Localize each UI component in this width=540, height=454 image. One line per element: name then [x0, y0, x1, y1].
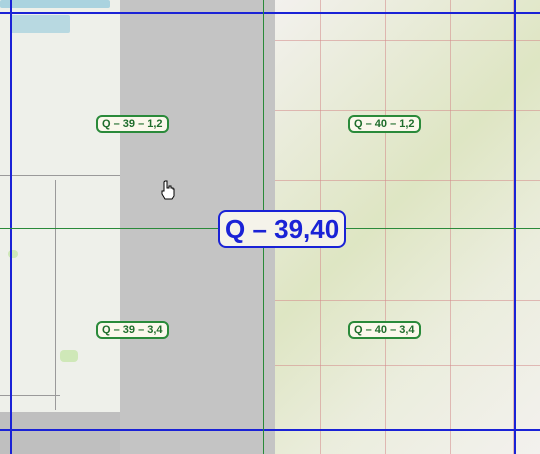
major-grid-line [10, 0, 12, 454]
topo-grid-line [275, 40, 540, 41]
topo-grid-line [450, 0, 451, 454]
hand-pointer-icon [161, 180, 175, 200]
major-sheet-label[interactable]: Q – 39,40 [218, 210, 347, 248]
major-grid-line [514, 0, 516, 454]
major-grid-line [0, 12, 540, 14]
topo-grid-line [385, 0, 386, 454]
sheet-label-q40-34[interactable]: Q – 40 – 3,4 [348, 321, 421, 339]
map-canvas[interactable]: Q – 39 – 1,2 Q – 40 – 1,2 Q – 39 – 3,4 Q… [0, 0, 540, 454]
road [0, 395, 60, 396]
major-grid-line [0, 429, 540, 431]
sheet-label-q39-34[interactable]: Q – 39 – 3,4 [96, 321, 169, 339]
park-area [60, 350, 78, 362]
road [55, 180, 56, 410]
road [0, 175, 120, 176]
water-body [0, 0, 110, 8]
topo-grid-line [275, 180, 540, 181]
topo-grid-line [275, 110, 540, 111]
sheet-label-q40-12[interactable]: Q – 40 – 1,2 [348, 115, 421, 133]
sheet-label-q39-12[interactable]: Q – 39 – 1,2 [96, 115, 169, 133]
topo-grid-line [275, 300, 540, 301]
topo-grid-line [275, 365, 540, 366]
street-map-tile [0, 0, 120, 412]
water-body [10, 15, 70, 33]
